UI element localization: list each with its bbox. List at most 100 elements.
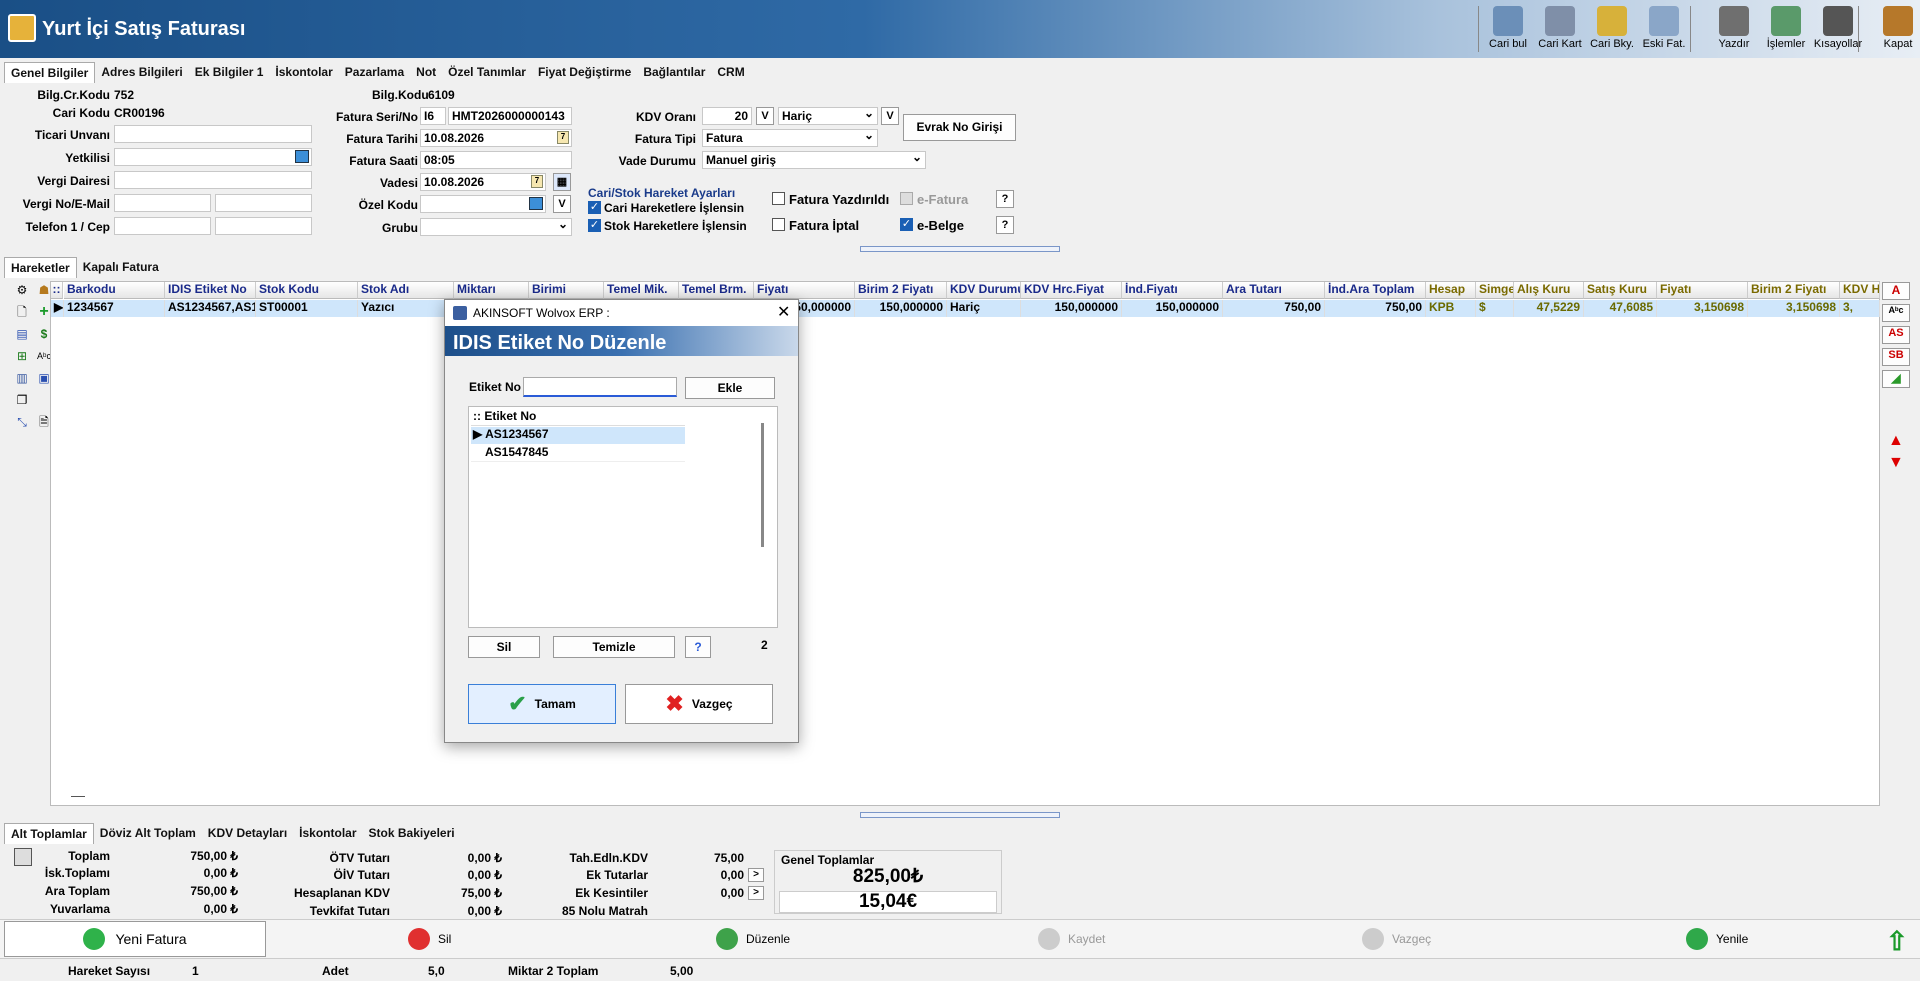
ozel-kodu-v-button[interactable]: V bbox=[553, 195, 571, 213]
splitter-handle-bottom[interactable] bbox=[860, 812, 1060, 818]
grid-cell[interactable]: ST00001 bbox=[256, 300, 358, 317]
grid-cell[interactable]: 47,5229 bbox=[1514, 300, 1584, 317]
column-header[interactable]: Temel Mik. bbox=[604, 282, 679, 299]
camera-icon[interactable] bbox=[529, 197, 543, 210]
column-header[interactable]: Birimi bbox=[529, 282, 604, 299]
email-field[interactable] bbox=[215, 194, 312, 212]
column-header[interactable]: Birim 2 Fiyatı bbox=[855, 282, 947, 299]
column-header[interactable]: Barkodu bbox=[64, 282, 165, 299]
stok-hareket-checkbox[interactable]: ✓ bbox=[588, 219, 601, 232]
yenile-button[interactable]: Yenile bbox=[1686, 928, 1748, 950]
calendar-icon[interactable]: 7 bbox=[531, 175, 543, 188]
vazgec-action-button[interactable]: Vazgeç bbox=[1362, 928, 1431, 950]
grid-cell[interactable]: 3, bbox=[1840, 300, 1880, 317]
tab-top-tabs-0[interactable]: Genel Bilgiler bbox=[4, 62, 96, 83]
new-document-icon[interactable]: 🗋 bbox=[14, 304, 30, 320]
e-fatura-checkbox[interactable] bbox=[900, 192, 913, 205]
calendar-icon[interactable]: 7 bbox=[557, 131, 569, 144]
tab-bottom-tabs-4[interactable]: Stok Bakiyeleri bbox=[363, 823, 461, 844]
etiket-no-input[interactable] bbox=[523, 377, 677, 397]
temizle-button[interactable]: Temizle bbox=[553, 636, 675, 658]
column-header[interactable]: Miktarı bbox=[454, 282, 529, 299]
grid-cell[interactable]: 150,000000 bbox=[855, 300, 947, 317]
tab-top-tabs-3[interactable]: İskontolar bbox=[269, 62, 338, 83]
tab-top-tabs-5[interactable]: Not bbox=[410, 62, 442, 83]
arrow-up-icon[interactable]: ⇧ bbox=[1886, 926, 1908, 957]
column-header[interactable]: Birim 2 Fiyatı bbox=[1748, 282, 1840, 299]
fatura-iptal-checkbox[interactable] bbox=[772, 218, 785, 231]
list-item[interactable]: ▶ AS1234567 bbox=[471, 427, 685, 444]
grid-cell[interactable]: 3,150698 bbox=[1657, 300, 1748, 317]
link-icon[interactable]: ⤡ bbox=[14, 414, 30, 430]
column-header[interactable]: Temel Brm. bbox=[679, 282, 754, 299]
toolbar-printer-button[interactable]: Yazdır bbox=[1708, 4, 1760, 54]
document-icon[interactable]: ▤ bbox=[14, 326, 30, 342]
tab-top-tabs-7[interactable]: Fiyat Değiştirme bbox=[532, 62, 637, 83]
tab-top-tabs-1[interactable]: Adres Bilgileri bbox=[95, 62, 188, 83]
tab-top-tabs-4[interactable]: Pazarlama bbox=[339, 62, 410, 83]
vergi-dairesi-field[interactable] bbox=[114, 171, 312, 189]
move-up-icon[interactable]: ▲ bbox=[1888, 432, 1904, 450]
column-header[interactable]: Hesap bbox=[1426, 282, 1476, 299]
ek-kesintiler-button[interactable]: > bbox=[748, 886, 764, 900]
grid-cell[interactable]: 750,00 bbox=[1325, 300, 1426, 317]
tab-top-tabs-2[interactable]: Ek Bilgiler 1 bbox=[189, 62, 270, 83]
grid-cell[interactable]: 150,000000 bbox=[1021, 300, 1122, 317]
list-item[interactable]: AS1547845 bbox=[471, 445, 685, 462]
fatura-yazdirildi-checkbox[interactable] bbox=[772, 192, 785, 205]
cari-hareket-checkbox[interactable]: ✓ bbox=[588, 201, 601, 214]
tab-top-tabs-6[interactable]: Özel Tanımlar bbox=[442, 62, 532, 83]
column-header[interactable]: Stok Kodu bbox=[256, 282, 358, 299]
tab-top-tabs-9[interactable]: CRM bbox=[711, 62, 750, 83]
tab-bottom-tabs-1[interactable]: Döviz Alt Toplam bbox=[94, 823, 202, 844]
grid-cell[interactable]: 750,00 bbox=[1223, 300, 1325, 317]
grid-cell[interactable]: Hariç bbox=[947, 300, 1021, 317]
column-header[interactable]: KDV Hrc.Fiyat bbox=[1021, 282, 1122, 299]
insert-icon[interactable]: ⊞ bbox=[14, 348, 30, 364]
close-icon[interactable]: ✕ bbox=[777, 302, 790, 322]
tamam-button[interactable]: ✔ Tamam bbox=[468, 684, 616, 724]
kdv-orani-field[interactable]: 20 bbox=[702, 107, 752, 125]
tab-mid-tabs-1[interactable]: Kapalı Fatura bbox=[77, 257, 165, 278]
vade-durumu-select[interactable]: Manuel giriş bbox=[702, 151, 926, 169]
column-header[interactable]: Fiyatı bbox=[1657, 282, 1748, 299]
move-down-icon[interactable]: ▼ bbox=[1888, 454, 1904, 472]
column-header[interactable]: IDIS Etiket No bbox=[165, 282, 256, 299]
toolbar-cari-kart-button[interactable]: Cari Kart bbox=[1534, 4, 1586, 54]
toolbar-cari-bul-button[interactable]: Cari bul bbox=[1482, 4, 1534, 54]
grid-cell[interactable]: Yazıcı bbox=[358, 300, 454, 317]
grid-cell[interactable]: AS1234567,AS1 bbox=[165, 300, 256, 317]
toolbar-keyboard-button[interactable]: Kısayollar bbox=[1812, 4, 1864, 54]
right-spell-button[interactable]: Aᵇc bbox=[1882, 304, 1910, 322]
grid-cell[interactable]: 47,6085 bbox=[1584, 300, 1657, 317]
ek-tutarlar-button[interactable]: > bbox=[748, 868, 764, 882]
tab-bottom-tabs-0[interactable]: Alt Toplamlar bbox=[4, 823, 94, 844]
sil-dialog-button[interactable]: Sil bbox=[468, 636, 540, 658]
tab-bottom-tabs-3[interactable]: İskontolar bbox=[293, 823, 362, 844]
evrak-no-girisi-button[interactable]: Evrak No Girişi bbox=[903, 114, 1016, 141]
column-header[interactable]: İnd.Ara Toplam bbox=[1325, 282, 1426, 299]
vazgec-button[interactable]: ✖ Vazgeç bbox=[625, 684, 773, 724]
kdv-v2-button[interactable]: V bbox=[881, 107, 899, 125]
grubu-select[interactable] bbox=[420, 218, 572, 236]
toolbar-door-exit-button[interactable]: Kapat bbox=[1872, 4, 1920, 54]
ticari-unvan-field[interactable] bbox=[114, 125, 312, 143]
splitter-handle[interactable] bbox=[860, 246, 1060, 252]
grid-cell[interactable]: 1234567 bbox=[64, 300, 165, 317]
toolbar-eski-fatura-button[interactable]: Eski Fat. bbox=[1638, 4, 1690, 54]
cep-field[interactable] bbox=[215, 217, 312, 235]
column-header[interactable]: Stok Adı bbox=[358, 282, 454, 299]
toolbar-cari-bakiye-button[interactable]: Cari Bky. bbox=[1586, 4, 1638, 54]
gear-icon[interactable]: ⚙ bbox=[14, 282, 30, 298]
kdv-v-button[interactable]: V bbox=[756, 107, 774, 125]
copy-icon[interactable]: ❐ bbox=[14, 392, 30, 408]
column-header[interactable]: İnd.Fiyatı bbox=[1122, 282, 1223, 299]
sil-button[interactable]: Sil bbox=[408, 928, 451, 950]
fatura-tipi-select[interactable]: Fatura bbox=[702, 129, 878, 147]
column-header[interactable]: Alış Kuru bbox=[1514, 282, 1584, 299]
toolbar-islemler-button[interactable]: İşlemler bbox=[1760, 4, 1812, 54]
kdv-durum-select[interactable]: Hariç bbox=[778, 107, 878, 125]
vade-calendar-button[interactable]: ▦ bbox=[553, 173, 571, 191]
chart-icon[interactable]: ◢ bbox=[1882, 370, 1910, 388]
yeni-fatura-button[interactable]: Yeni Fatura bbox=[4, 921, 266, 957]
